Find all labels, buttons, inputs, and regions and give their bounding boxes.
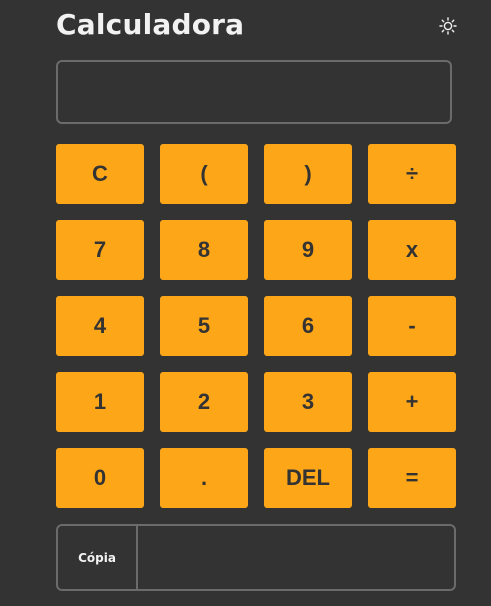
multiply-button[interactable]: x <box>368 220 456 280</box>
digit-0-button[interactable]: 0 <box>56 448 144 508</box>
calculator-app: Calculadora C ( ) ÷ 7 8 9 x 4 5 6 - 1 2 … <box>0 0 491 606</box>
add-button[interactable]: + <box>368 372 456 432</box>
sun-icon <box>439 17 457 35</box>
keypad: C ( ) ÷ 7 8 9 x 4 5 6 - 1 2 3 + 0 . DEL … <box>56 144 456 508</box>
divide-button[interactable]: ÷ <box>368 144 456 204</box>
digit-9-button[interactable]: 9 <box>264 220 352 280</box>
digit-8-button[interactable]: 8 <box>160 220 248 280</box>
digit-6-button[interactable]: 6 <box>264 296 352 356</box>
close-paren-button[interactable]: ) <box>264 144 352 204</box>
digit-4-button[interactable]: 4 <box>56 296 144 356</box>
clear-button[interactable]: C <box>56 144 144 204</box>
copy-output-field[interactable] <box>138 526 454 589</box>
digit-1-button[interactable]: 1 <box>56 372 144 432</box>
digit-3-button[interactable]: 3 <box>264 372 352 432</box>
equals-button[interactable]: = <box>368 448 456 508</box>
copy-section: Cópia <box>56 524 456 591</box>
digit-5-button[interactable]: 5 <box>160 296 248 356</box>
app-title: Calculadora <box>56 8 245 41</box>
open-paren-button[interactable]: ( <box>160 144 248 204</box>
digit-7-button[interactable]: 7 <box>56 220 144 280</box>
theme-toggle-button[interactable] <box>434 12 462 40</box>
copy-button[interactable]: Cópia <box>58 526 138 589</box>
delete-button[interactable]: DEL <box>264 448 352 508</box>
subtract-button[interactable]: - <box>368 296 456 356</box>
digit-2-button[interactable]: 2 <box>160 372 248 432</box>
calculator-display[interactable] <box>56 60 452 124</box>
decimal-button[interactable]: . <box>160 448 248 508</box>
